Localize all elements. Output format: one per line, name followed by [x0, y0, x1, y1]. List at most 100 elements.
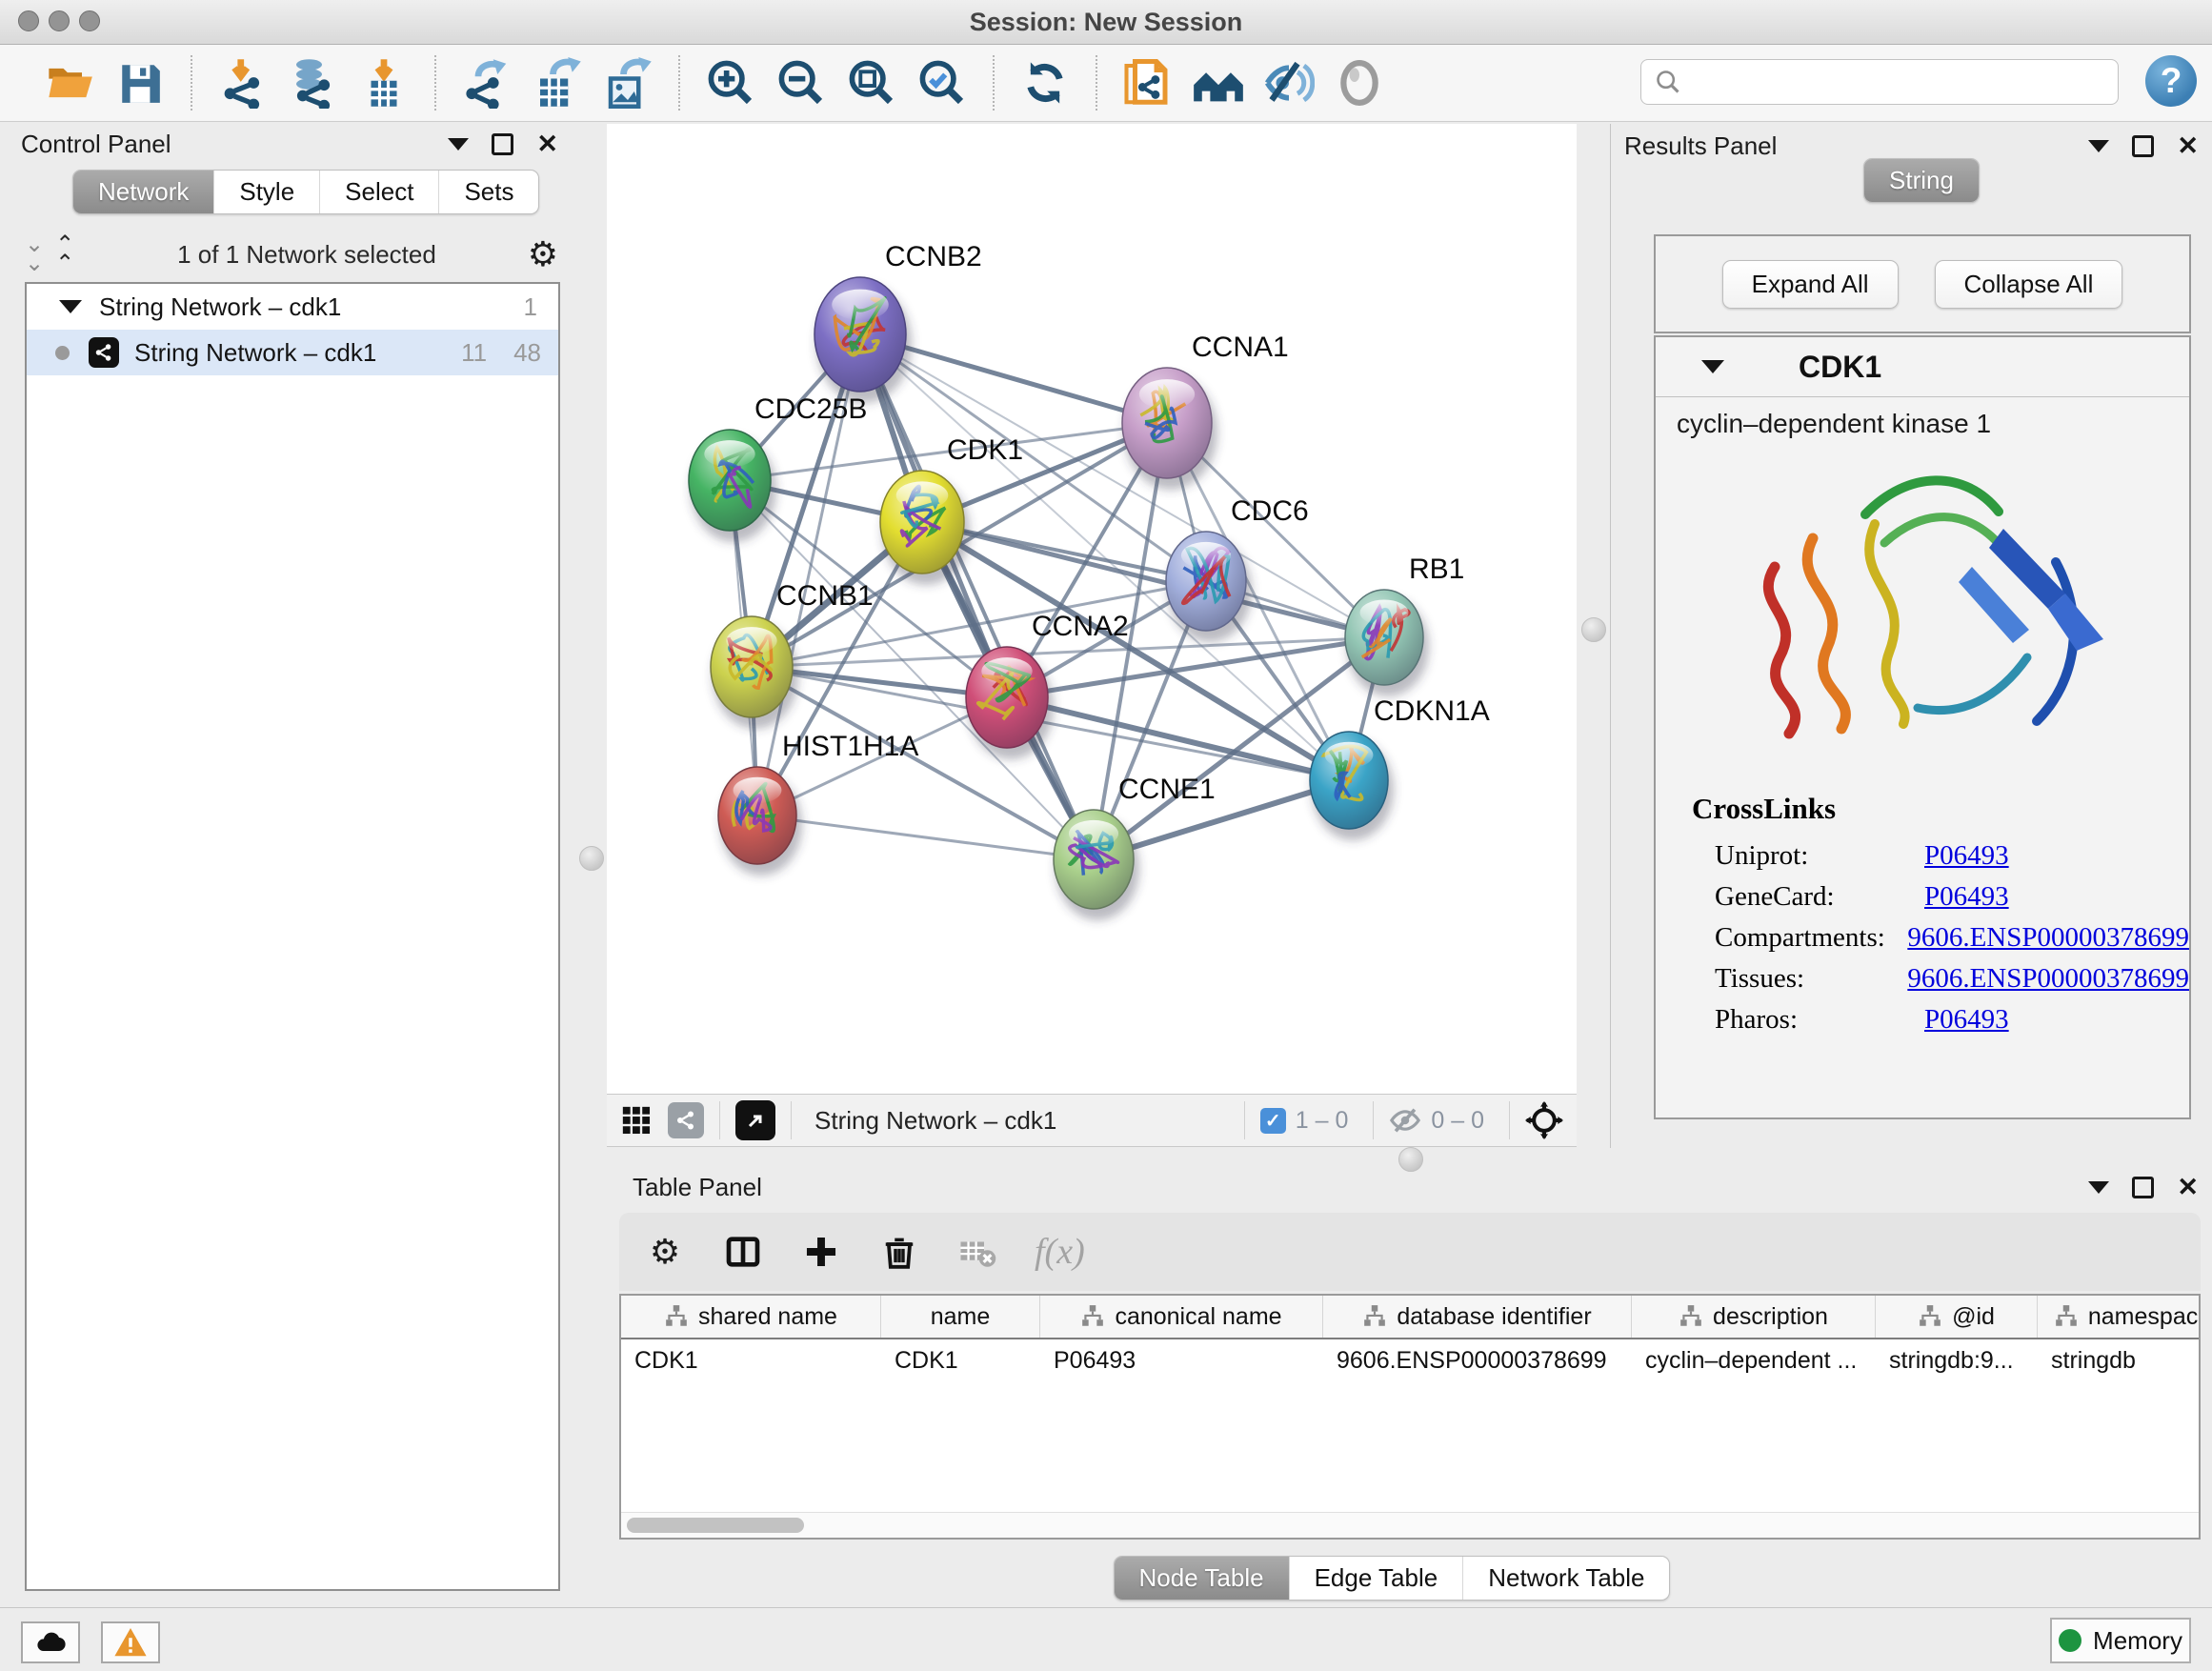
table-hscrollbar[interactable] — [621, 1512, 2199, 1538]
tab-network[interactable]: Network — [73, 171, 213, 213]
cell-0[interactable]: CDK1 — [621, 1339, 881, 1381]
node-CDC6[interactable]: CDC6 — [1166, 495, 1309, 642]
search-input[interactable] — [1691, 68, 2118, 97]
vertical-splitter-handle[interactable] — [579, 846, 604, 871]
node-CDKN1A[interactable]: CDKN1A — [1310, 695, 1490, 840]
cell-5[interactable]: stringdb:9... — [1876, 1339, 2038, 1381]
delete-column-icon[interactable] — [878, 1231, 920, 1273]
column-header-namespace[interactable]: namespace — [2038, 1296, 2201, 1338]
import-network-database-button[interactable] — [284, 52, 343, 113]
table-header-row: shared namenamecanonical namedatabase id… — [621, 1296, 2199, 1339]
show-columns-icon[interactable] — [722, 1231, 764, 1273]
horizontal-splitter-handle[interactable] — [1398, 1147, 1423, 1172]
node-CCNE1[interactable]: CCNE1 — [1054, 774, 1216, 920]
search-box[interactable] — [1640, 59, 2119, 105]
node-RB1[interactable]: RB1 — [1345, 554, 1464, 696]
crosslink-link[interactable]: P06493 — [1924, 1004, 2009, 1036]
panel-float-icon[interactable] — [492, 133, 513, 155]
panel-collapse-icon[interactable] — [448, 138, 469, 151]
function-builder-icon[interactable]: f(x) — [1035, 1231, 1085, 1273]
column-header-name[interactable]: name — [881, 1296, 1040, 1338]
table-options-gear-icon[interactable]: ⚙ — [644, 1231, 686, 1273]
import-table-button[interactable] — [354, 52, 413, 113]
export-image-button[interactable] — [598, 52, 657, 113]
tab-network-table[interactable]: Network Table — [1462, 1557, 1669, 1600]
zoom-out-icon — [776, 58, 826, 108]
column-header-canonical-name[interactable]: canonical name — [1040, 1296, 1323, 1338]
network-options-gear-icon[interactable]: ⚙ — [528, 237, 558, 272]
column-header-description[interactable]: description — [1632, 1296, 1876, 1338]
help-button[interactable]: ? — [2145, 55, 2197, 107]
zoom-selected-button[interactable] — [913, 52, 972, 113]
tab-string[interactable]: String — [1864, 159, 1979, 202]
collection-expand-icon[interactable] — [59, 300, 82, 313]
memory-button[interactable]: Memory — [2050, 1618, 2191, 1663]
hscrollbar-thumb[interactable] — [627, 1518, 804, 1533]
panel-close-icon[interactable]: ✕ — [2177, 1179, 2199, 1196]
collapse-all-networks-icon[interactable]: ⌄⌄ — [25, 235, 42, 273]
cell-2[interactable]: P06493 — [1040, 1339, 1323, 1381]
zoom-out-button[interactable] — [772, 52, 831, 113]
tab-node-table[interactable]: Node Table — [1115, 1557, 1289, 1600]
detach-view-icon[interactable] — [735, 1100, 775, 1140]
selected-items-checkbox-icon[interactable]: ✓ — [1260, 1108, 1286, 1134]
delete-table-icon[interactable] — [956, 1231, 998, 1273]
cell-6[interactable]: stringdb — [2038, 1339, 2201, 1381]
zoom-in-button[interactable] — [701, 52, 760, 113]
presentation-button[interactable] — [1330, 52, 1389, 113]
tab-style[interactable]: Style — [213, 171, 319, 213]
save-session-button[interactable] — [111, 52, 170, 113]
share-document-button[interactable] — [1118, 52, 1177, 113]
grid-view-icon[interactable] — [620, 1104, 653, 1137]
column-header--id[interactable]: @id — [1876, 1296, 2038, 1338]
cell-1[interactable]: CDK1 — [881, 1339, 1040, 1381]
vertical-splitter-handle[interactable] — [1581, 617, 1606, 642]
export-table-button[interactable] — [528, 52, 587, 113]
tab-edge-table[interactable]: Edge Table — [1289, 1557, 1463, 1600]
export-network-button[interactable] — [457, 52, 516, 113]
protein-expand-icon[interactable] — [1701, 360, 1724, 373]
cloud-status-button[interactable] — [21, 1621, 80, 1663]
results-panel: Results Panel ✕ String Expand All Collap… — [1610, 124, 2212, 1148]
crosslink-link[interactable]: 9606.ENSP00000378699 — [1907, 963, 2189, 995]
refresh-button[interactable] — [1016, 52, 1075, 113]
node-CCNA1[interactable]: CCNA1 — [1122, 332, 1289, 490]
crosslink-link[interactable]: P06493 — [1924, 840, 2009, 872]
node-CCNA2[interactable]: CCNA2 — [966, 611, 1129, 759]
network-canvas[interactable]: CCNB2CCNA1CDC25BCDK1CDC6RB1CCNB1CCNA2CDK… — [607, 124, 1577, 1094]
import-network-file-button[interactable] — [213, 52, 272, 113]
add-column-icon[interactable] — [800, 1231, 842, 1273]
crosslink-link[interactable]: P06493 — [1924, 881, 2009, 913]
string-view-icon[interactable] — [668, 1102, 704, 1138]
open-session-button[interactable] — [40, 52, 99, 113]
network-collection-row[interactable]: String Network – cdk1 1 — [27, 284, 558, 330]
panel-float-icon[interactable] — [2132, 135, 2154, 157]
cell-4[interactable]: cyclin–dependent ... — [1632, 1339, 1876, 1381]
cell-3[interactable]: 9606.ENSP00000378699 — [1323, 1339, 1632, 1381]
table-panel-title: Table Panel — [633, 1173, 762, 1202]
panel-collapse-icon[interactable] — [2088, 140, 2109, 152]
crosslink-link[interactable]: 9606.ENSP00000378699 — [1907, 922, 2189, 954]
tab-sets[interactable]: Sets — [438, 171, 538, 213]
home-button[interactable] — [1189, 52, 1248, 113]
node-CCNB2[interactable]: CCNB2 — [814, 241, 982, 403]
panel-close-icon[interactable]: ✕ — [536, 136, 558, 152]
panel-collapse-icon[interactable] — [2088, 1181, 2109, 1194]
collapse-all-button[interactable]: Collapse All — [1935, 260, 2123, 309]
panel-close-icon[interactable]: ✕ — [2177, 138, 2199, 154]
table-row[interactable]: CDK1CDK1P064939606.ENSP00000378699cyclin… — [621, 1339, 2199, 1381]
network-row-selected[interactable]: String Network – cdk1 11 48 — [27, 330, 558, 375]
network-view[interactable]: CCNB2CCNA1CDC25BCDK1CDC6RB1CCNB1CCNA2CDK… — [607, 124, 1577, 1094]
zoom-fit-button[interactable] — [842, 52, 901, 113]
hide-panel-button[interactable] — [1259, 52, 1318, 113]
node-label-CCNB1: CCNB1 — [776, 580, 874, 612]
node-HIST1H1A[interactable]: HIST1H1A — [718, 731, 918, 876]
tab-select[interactable]: Select — [319, 171, 438, 213]
column-header-database-identifier[interactable]: database identifier — [1323, 1296, 1632, 1338]
panel-float-icon[interactable] — [2132, 1177, 2154, 1198]
fit-selected-crosshair-icon[interactable] — [1525, 1101, 1563, 1139]
expand-all-networks-icon[interactable]: ⌃⌃ — [55, 235, 72, 273]
column-header-shared-name[interactable]: shared name — [621, 1296, 881, 1338]
expand-all-button[interactable]: Expand All — [1722, 260, 1899, 309]
warnings-button[interactable] — [101, 1621, 160, 1663]
